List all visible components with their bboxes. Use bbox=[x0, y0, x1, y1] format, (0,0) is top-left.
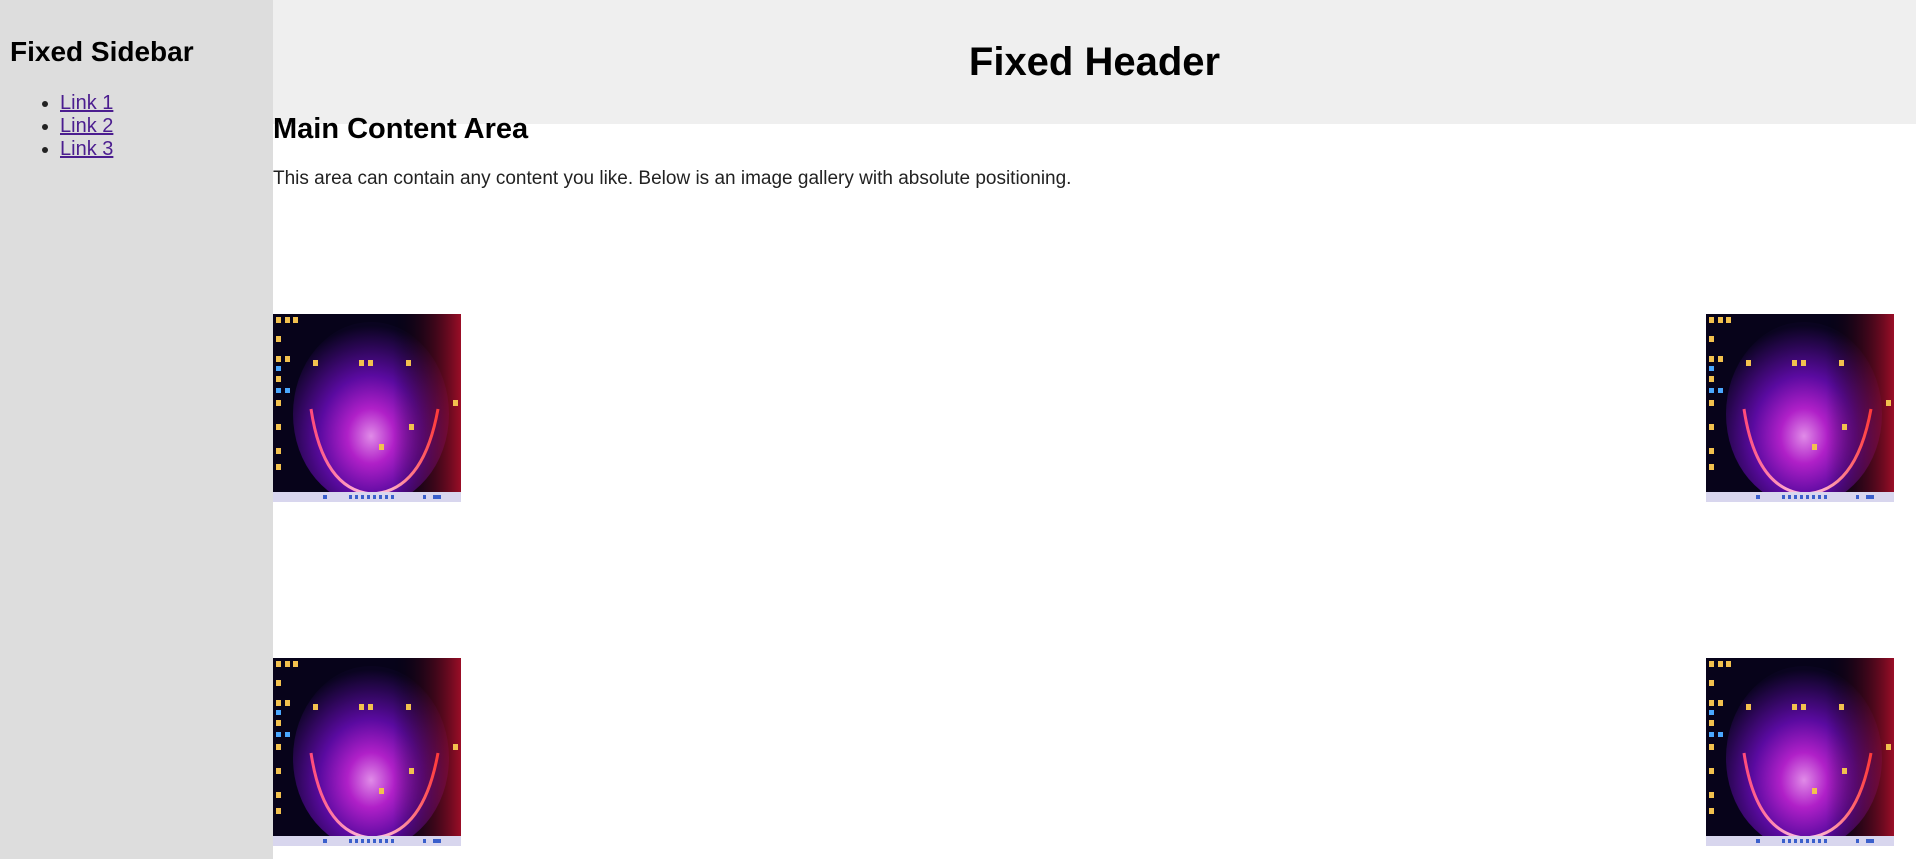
main-description: This area can contain any content you li… bbox=[273, 168, 1072, 189]
sidebar-link-1[interactable]: Link 1 bbox=[60, 92, 113, 114]
sidebar-item-link-2: Link 2 bbox=[60, 115, 263, 138]
sidebar: Fixed Sidebar Link 1 Link 2 Link 3 bbox=[0, 0, 273, 859]
sidebar-title: Fixed Sidebar bbox=[10, 36, 194, 67]
page-header: Fixed Header bbox=[273, 0, 1916, 124]
gallery-image-bottom-left[interactable] bbox=[273, 658, 461, 846]
gallery-image-top-left[interactable] bbox=[273, 314, 461, 502]
header-title: Fixed Header bbox=[968, 40, 1221, 84]
sidebar-link-list: Link 1 Link 2 Link 3 bbox=[10, 92, 263, 161]
gallery-image-bottom-right[interactable] bbox=[1706, 658, 1894, 846]
sidebar-link-3[interactable]: Link 3 bbox=[60, 138, 113, 160]
sidebar-link-2[interactable]: Link 2 bbox=[60, 115, 113, 137]
main-title: Main Content Area bbox=[273, 113, 529, 145]
gallery-image-top-right[interactable] bbox=[1706, 314, 1894, 502]
sidebar-item-link-1: Link 1 bbox=[60, 92, 263, 115]
sidebar-item-link-3: Link 3 bbox=[60, 138, 263, 161]
main-content: Main Content Area This area can contain … bbox=[273, 108, 1916, 190]
